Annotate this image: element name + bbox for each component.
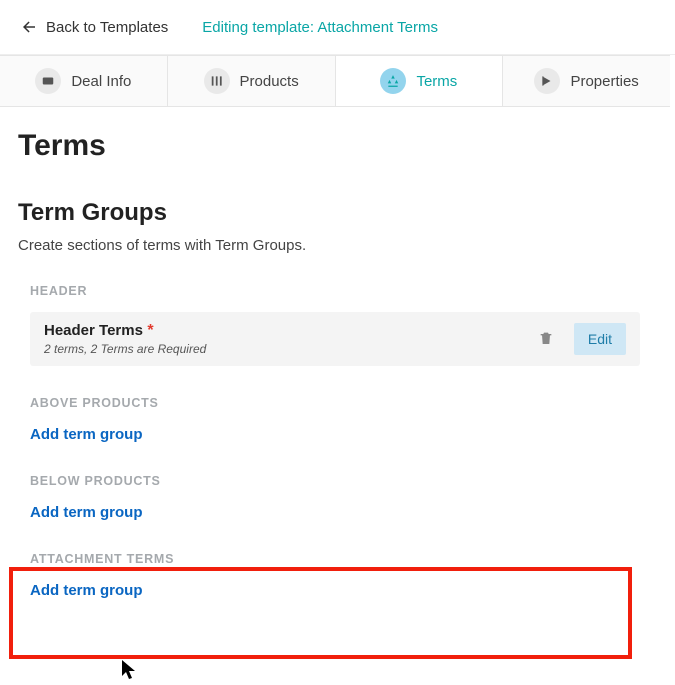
tab-label: Deal Info [71,73,131,90]
tab-products[interactable]: Products [168,55,336,106]
topbar: Back to Templates Editing template: Atta… [0,0,675,55]
edit-button[interactable]: Edit [574,323,626,355]
group-attachment-terms: ATTACHMENT TERMS Add term group [18,552,652,600]
term-groups-title: Term Groups [18,199,652,227]
group-below-label: BELOW PRODUCTS [30,474,640,488]
page-title: Terms [18,129,652,163]
term-groups-desc: Create sections of terms with Term Group… [18,237,652,254]
header-terms-card: Header Terms * 2 terms, 2 Terms are Requ… [30,312,640,366]
back-label: Back to Templates [46,19,168,36]
main-content: Terms Term Groups Create sections of ter… [0,107,670,670]
card-title: Header Terms [44,322,143,339]
tab-deal-info[interactable]: Deal Info [0,55,168,106]
group-above-products: ABOVE PRODUCTS Add term group [18,396,652,444]
card-subtitle: 2 terms, 2 Terms are Required [44,342,534,356]
add-term-group-above[interactable]: Add term group [30,426,143,443]
card-actions: Edit [534,323,626,355]
group-header-label: HEADER [30,284,640,298]
properties-icon [534,68,560,94]
delete-button[interactable] [534,325,558,354]
tab-terms[interactable]: Terms [336,55,504,106]
tab-properties[interactable]: Properties [503,55,670,106]
tabs: Deal Info Products Terms Properties [0,55,670,107]
tab-label: Products [240,73,299,90]
arrow-left-icon [20,18,38,36]
terms-icon [380,68,406,94]
group-attachment-label: ATTACHMENT TERMS [30,552,640,566]
trash-icon [538,329,554,347]
back-to-templates-link[interactable]: Back to Templates [20,18,168,36]
group-header: HEADER Header Terms * 2 terms, 2 Terms a… [18,284,652,366]
products-icon [204,68,230,94]
group-below-products: BELOW PRODUCTS Add term group [18,474,652,522]
group-above-label: ABOVE PRODUCTS [30,396,640,410]
editing-template-label: Editing template: Attachment Terms [202,19,438,36]
add-term-group-attachment[interactable]: Add term group [30,582,143,599]
tab-label: Terms [416,73,457,90]
card-main: Header Terms * 2 terms, 2 Terms are Requ… [44,322,534,356]
deal-info-icon [35,68,61,94]
required-asterisk-icon: * [147,322,153,339]
add-term-group-below[interactable]: Add term group [30,504,143,521]
tab-label: Properties [570,73,638,90]
